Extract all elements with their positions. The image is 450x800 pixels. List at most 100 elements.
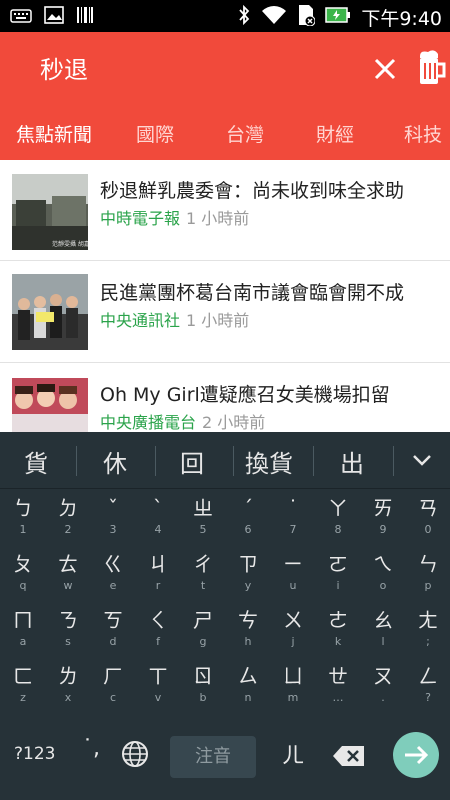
keyboard-key[interactable]: ㄅ1	[3, 496, 43, 536]
backspace-key[interactable]	[332, 744, 366, 772]
suggestion[interactable]: 休	[103, 444, 127, 479]
news-meta: 中央廣播電台 2 小時前	[100, 409, 265, 432]
key-hint: m	[287, 691, 299, 704]
language-key[interactable]	[121, 740, 149, 772]
keyboard-key[interactable]: ㄧu	[273, 552, 313, 592]
keyboard-key[interactable]: ㄒv	[138, 664, 178, 704]
keyboard-key[interactable]: ㄤ;	[408, 608, 448, 648]
keyboard-key[interactable]: ㄢ0	[408, 496, 448, 536]
enter-key[interactable]	[393, 732, 439, 778]
search-query[interactable]: 秒退	[40, 50, 88, 85]
key-hint: x	[64, 691, 72, 704]
keyboard-key[interactable]: ㄆq	[3, 552, 43, 592]
key-symbol: ㄉ	[58, 496, 78, 520]
key-symbol: ㄗ	[238, 552, 258, 576]
key-symbol: ㄧ	[283, 552, 303, 576]
keyboard-key[interactable]: ㄑf	[138, 608, 178, 648]
keyboard-key[interactable]: ㄚ8	[318, 496, 358, 536]
news-meta: 中央通訊社 1 小時前	[100, 307, 249, 331]
tab-taiwan[interactable]: 台灣	[226, 120, 264, 147]
key-hint: 8	[334, 523, 342, 536]
suggestion[interactable]: 回	[180, 444, 204, 479]
beer-mug-button[interactable]	[414, 48, 448, 88]
keyboard-key[interactable]: ㄙn	[228, 664, 268, 704]
news-item[interactable]: 民進黨團杯葛台南市議會臨會開不成 中央通訊社 1 小時前	[0, 262, 450, 363]
keyboard-key[interactable]: ㄓ5	[183, 496, 223, 536]
keyboard-key[interactable]: ˋ4	[138, 496, 178, 536]
space-key[interactable]: 注音	[170, 736, 256, 778]
keyboard-key[interactable]: ㄈz	[3, 664, 43, 704]
symbols-key[interactable]: ?123	[14, 744, 55, 764]
keyboard-key[interactable]: ㄏc	[93, 664, 133, 704]
key-symbol: ㄈ	[13, 664, 33, 688]
tab-technology[interactable]: 科技	[404, 120, 442, 147]
keyboard-key[interactable]: ㄕg	[183, 608, 223, 648]
keyboard-key[interactable]: ㄍe	[93, 552, 133, 592]
keyboard-key[interactable]: ㄇa	[3, 608, 43, 648]
news-thumbnail: 范靜雯攝 胡嘉鈞攝	[12, 174, 88, 250]
key-hint: …	[332, 691, 344, 704]
key-hint: d	[109, 635, 117, 648]
key-hint: r	[155, 579, 161, 592]
news-item[interactable]: 范靜雯攝 胡嘉鈞攝 秒退鮮乳農委會：尚未收到味全求助 中時電子報 1 小時前	[0, 160, 450, 261]
keyboard-key[interactable]: ㄡ.	[363, 664, 403, 704]
backspace-icon	[333, 746, 364, 766]
tab-international[interactable]: 國際	[136, 120, 174, 147]
keyboard-key[interactable]: ㄉ2	[48, 496, 88, 536]
key-hint: q	[19, 579, 27, 592]
keyboard-key[interactable]: ˙ 7	[273, 496, 313, 536]
news-source: 中時電子報	[100, 209, 181, 228]
key-symbol: ㄇ	[13, 608, 33, 632]
keyboard-key[interactable]: ˊ6	[228, 496, 268, 536]
suggestion[interactable]: 貨	[24, 444, 48, 479]
keyboard-key[interactable]: ㄩm	[273, 664, 313, 704]
clear-search-button[interactable]	[368, 52, 402, 86]
image-icon	[44, 6, 64, 28]
key-hint: j	[291, 635, 295, 648]
keyboard-key[interactable]: ㄞ9	[363, 496, 403, 536]
key-hint: g	[199, 635, 207, 648]
keyboard-key[interactable]: ㄘh	[228, 608, 268, 648]
suggestion[interactable]: 換貨	[245, 444, 293, 479]
keyboard-key[interactable]: ㄝ…	[318, 664, 358, 704]
keyboard-key[interactable]: ㄠl	[363, 608, 403, 648]
keyboard-key[interactable]: ㄌx	[48, 664, 88, 704]
tab-top-news[interactable]: 焦點新聞	[16, 120, 92, 147]
keyboard-key[interactable]: ㄟo	[363, 552, 403, 592]
divider	[313, 446, 314, 476]
key-hint: i	[336, 579, 340, 592]
battery-charging-icon	[325, 7, 351, 28]
key-hint: 7	[289, 523, 297, 536]
key-symbol: ㄔ	[193, 552, 213, 576]
status-bar: 下午9:40	[0, 0, 450, 32]
key-hint: b	[199, 691, 207, 704]
key-hint: z	[20, 691, 26, 704]
keyboard-key[interactable]: ㄣp	[408, 552, 448, 592]
keyboard-key[interactable]: ㄎd	[93, 608, 133, 648]
key-symbol: ㄎ	[103, 608, 123, 632]
keyboard-key[interactable]: ㄜk	[318, 608, 358, 648]
key-hint: ?	[425, 691, 431, 704]
er-key[interactable]: ㄦ	[282, 738, 304, 770]
keyboard-key[interactable]: ㄥ?	[408, 664, 448, 704]
keyboard-key[interactable]: ㄖb	[183, 664, 223, 704]
news-source: 中央廣播電台	[100, 413, 197, 432]
keyboard-key[interactable]: ㄐr	[138, 552, 178, 592]
suggestion[interactable]: 出	[340, 444, 364, 479]
keyboard-key[interactable]: ㄋs	[48, 608, 88, 648]
sim-icon	[297, 4, 316, 31]
keyboard-key[interactable]: ㄗy	[228, 552, 268, 592]
news-item[interactable]: Oh My Girl遭疑應召女美機場扣留 中央廣播電台 2 小時前	[0, 364, 450, 432]
keyboard-key[interactable]: ˇ3	[93, 496, 133, 536]
key-symbol: ㄒ	[148, 664, 168, 688]
news-time: 2 小時前	[202, 413, 266, 432]
key-hint: w	[63, 579, 73, 592]
tab-finance[interactable]: 財經	[316, 120, 354, 147]
keyboard-key[interactable]: ㄛi	[318, 552, 358, 592]
keyboard-key[interactable]: ㄔt	[183, 552, 223, 592]
tone-key[interactable]: ˙,	[82, 736, 100, 761]
key-hint: .	[381, 691, 385, 704]
expand-suggestions-button[interactable]	[410, 450, 434, 470]
keyboard-key[interactable]: ㄊw	[48, 552, 88, 592]
keyboard-key[interactable]: ㄨj	[273, 608, 313, 648]
